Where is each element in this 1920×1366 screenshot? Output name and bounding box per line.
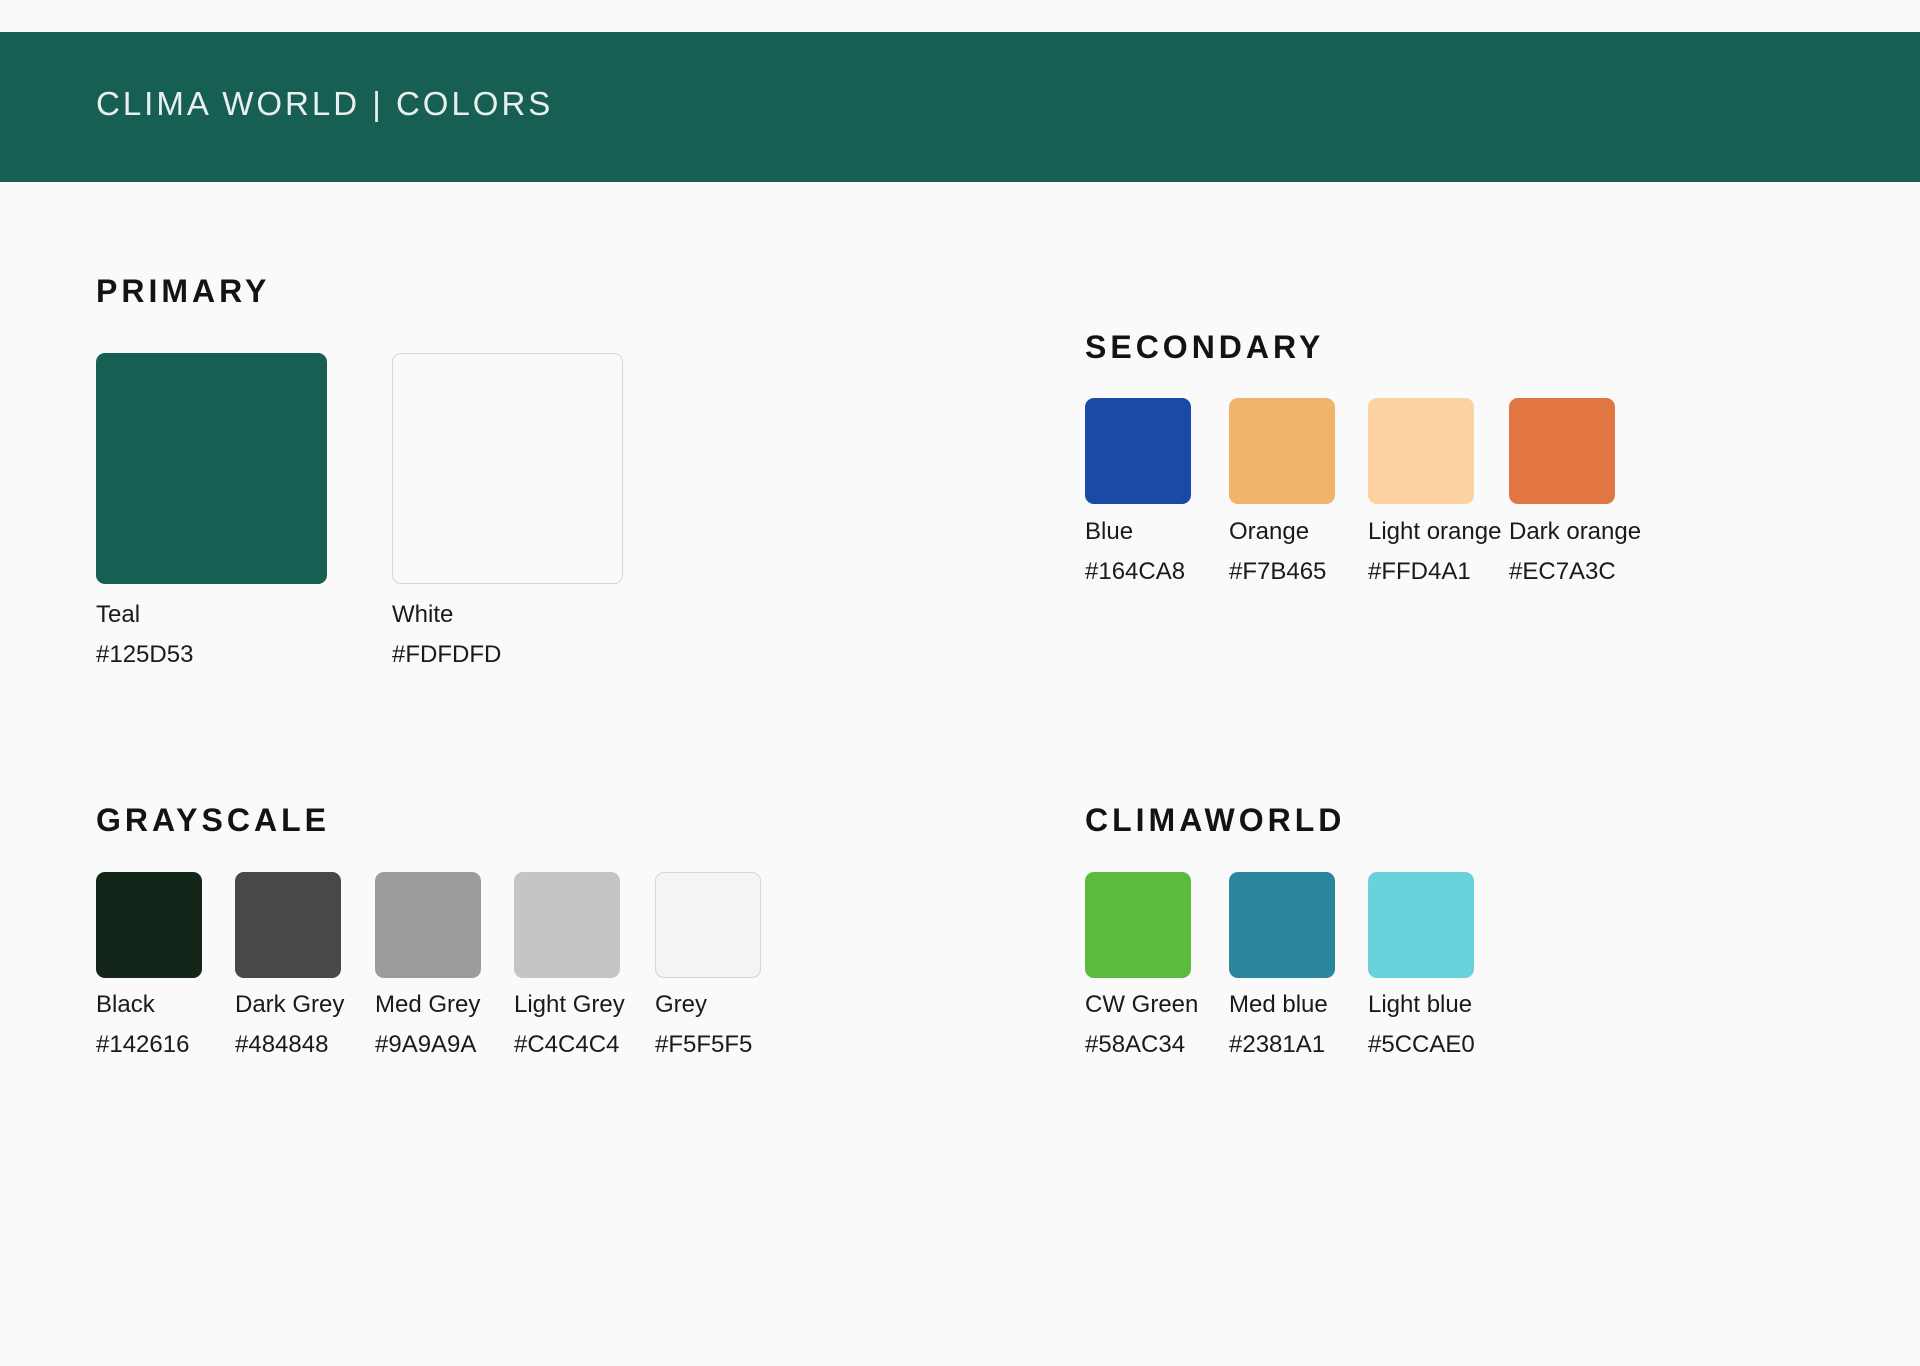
header-bar: CLIMA WORLD | COLORS <box>0 32 1920 182</box>
section-title-primary: PRIMARY <box>96 273 271 309</box>
swatch-dark-orange <box>1509 398 1615 504</box>
color-name-cw-green: CW Green <box>1085 991 1199 1018</box>
section-title-secondary: SECONDARY <box>1085 329 1325 365</box>
color-name-light-orange: Light orange <box>1368 518 1502 545</box>
color-name-med-grey: Med Grey <box>375 991 481 1018</box>
color-name-white: White <box>392 601 454 628</box>
color-name-teal: Teal <box>96 601 141 628</box>
color-name-med-blue: Med blue <box>1229 991 1328 1018</box>
top-margin <box>0 0 1920 32</box>
color-hex-teal: #125D53 <box>96 641 194 668</box>
color-hex-grey: #F5F5F5 <box>655 1031 753 1058</box>
color-name-dark-grey: Dark Grey <box>235 991 345 1018</box>
swatch-light-grey <box>514 872 620 978</box>
color-hex-dark-orange: #EC7A3C <box>1509 558 1616 585</box>
swatch-light-blue <box>1368 872 1474 978</box>
swatch-med-grey <box>375 872 481 978</box>
color-hex-black: #142616 <box>96 1031 190 1058</box>
swatch-light-orange <box>1368 398 1474 504</box>
color-name-blue: Blue <box>1085 518 1134 545</box>
section-title-climaworld: CLIMAWORLD <box>1085 802 1346 838</box>
color-hex-light-orange: #FFD4A1 <box>1368 558 1471 585</box>
color-name-light-blue: Light blue <box>1368 991 1473 1018</box>
color-hex-white: #FDFDFD <box>392 641 502 668</box>
color-hex-light-blue: #5CCAE0 <box>1368 1031 1475 1058</box>
color-name-black: Black <box>96 991 155 1018</box>
swatch-orange <box>1229 398 1335 504</box>
color-name-dark-orange: Dark orange <box>1509 518 1642 545</box>
color-hex-orange: #F7B465 <box>1229 558 1327 585</box>
color-name-light-grey: Light Grey <box>514 991 625 1018</box>
swatch-black <box>96 872 202 978</box>
swatch-white <box>392 353 623 584</box>
color-hex-light-grey: #C4C4C4 <box>514 1031 620 1058</box>
color-hex-dark-grey: #484848 <box>235 1031 329 1058</box>
swatch-blue <box>1085 398 1191 504</box>
swatch-dark-grey <box>235 872 341 978</box>
color-name-orange: Orange <box>1229 518 1310 545</box>
color-name-grey: Grey <box>655 991 708 1018</box>
swatch-cw-green <box>1085 872 1191 978</box>
color-hex-blue: #164CA8 <box>1085 558 1186 585</box>
section-title-grayscale: GRAYSCALE <box>96 802 330 838</box>
color-hex-med-blue: #2381A1 <box>1229 1031 1326 1058</box>
swatch-grey <box>655 872 761 978</box>
swatch-teal <box>96 353 327 584</box>
color-hex-med-grey: #9A9A9A <box>375 1031 477 1058</box>
color-hex-cw-green: #58AC34 <box>1085 1031 1186 1058</box>
page-title: CLIMA WORLD | COLORS <box>96 85 554 122</box>
swatch-med-blue <box>1229 872 1335 978</box>
